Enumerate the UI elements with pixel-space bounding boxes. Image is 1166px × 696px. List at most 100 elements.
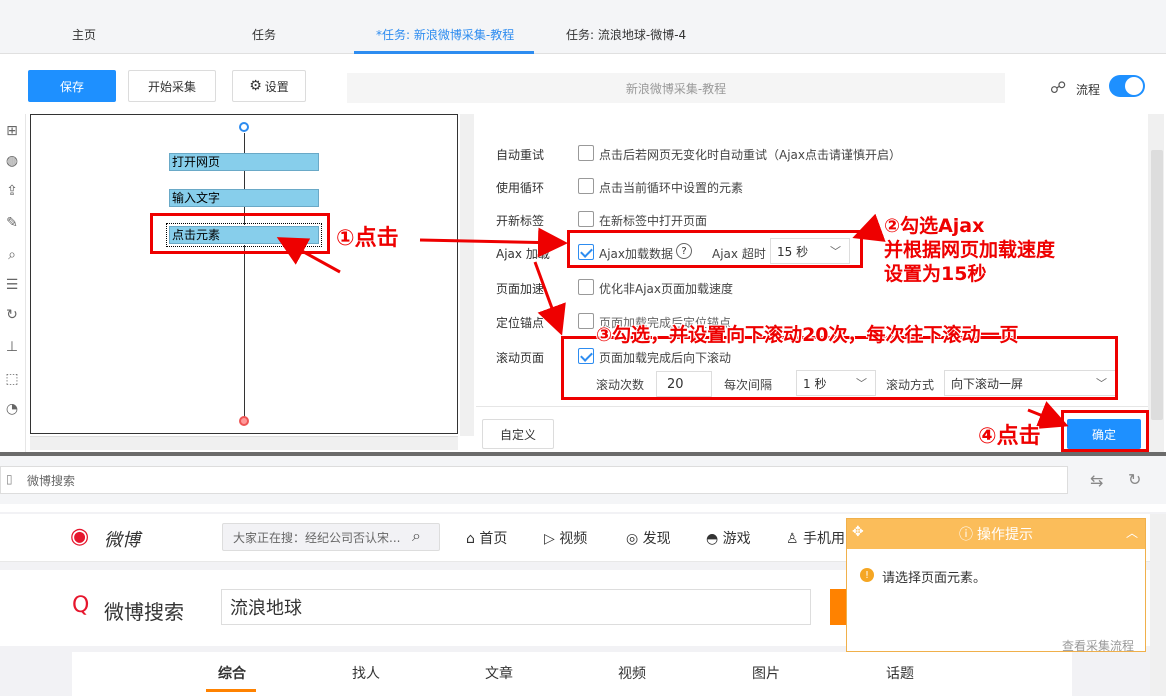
annotation-box-ajax — [567, 230, 863, 268]
mouse-hover-icon[interactable]: ◔ — [3, 400, 21, 418]
anchor-checkbox[interactable] — [578, 313, 594, 329]
flow-end-icon — [239, 416, 249, 426]
gear-icon: ⚙ — [249, 78, 262, 94]
tip-title: 操作提示 — [977, 527, 1033, 543]
tab-tasks[interactable]: 任务 — [252, 26, 276, 43]
nav-video[interactable]: ▷ 视频 — [544, 528, 587, 548]
tab-home[interactable]: 主页 — [72, 26, 96, 43]
annotation-step2-line3: 设置为15秒 — [884, 263, 987, 285]
tool-icon-strip: ⊞ ◍ ⇪ ✎ ⌕ ☰ ↻ ⊥ ⬚ ◔ — [0, 114, 26, 454]
start-collect-button[interactable]: 开始采集 — [128, 70, 216, 102]
search-query-input[interactable]: 流浪地球 — [221, 589, 811, 625]
weibo-logo-icon: ◉ — [70, 524, 90, 549]
result-tab-topics[interactable]: 话题 — [886, 663, 914, 683]
page-icon: ▯ — [6, 472, 13, 486]
info-icon: ⓘ — [959, 527, 973, 543]
search-logo-icon: Q — [72, 593, 90, 618]
settings-button-label: 设置 — [264, 79, 289, 94]
flow-canvas: 打开网页 输入文字 点击元素 — [30, 114, 458, 434]
result-tab-articles[interactable]: 文章 — [485, 663, 513, 683]
gamepad-icon: ◓ — [706, 531, 723, 547]
nav-games[interactable]: ◓ 游戏 — [706, 528, 751, 548]
add-page-icon[interactable]: ⊞ — [3, 122, 21, 140]
result-tab-all[interactable]: 综合 — [218, 663, 246, 683]
video-icon: ▷ — [544, 531, 560, 547]
annotation-step4: ④点击 — [978, 424, 1041, 449]
settings-scrollbar-thumb[interactable] — [1151, 150, 1163, 420]
annotation-box-click-element — [150, 213, 330, 254]
setting-label: 滚动页面 — [496, 351, 545, 365]
user-icon: ♙ — [786, 531, 804, 547]
flow-vertical-scrollbar[interactable] — [460, 114, 474, 436]
captcha-icon[interactable]: ⌕ — [3, 246, 21, 264]
annotation-step1: ①点击 — [336, 226, 399, 251]
flow-node-open-page[interactable]: 打开网页 — [169, 153, 319, 171]
annotation-step3: ③勾选，并设置向下滚动20次，每次往下滚动一页 — [596, 324, 1019, 346]
annotation-step2: ②勾选Ajax 并根据网页加载速度 设置为15秒 — [884, 214, 1055, 286]
home-icon: ⌂ — [466, 531, 480, 547]
tip-header[interactable]: ⓘ 操作提示 — [847, 519, 1145, 549]
setting-label: 定位锚点 — [496, 316, 545, 330]
new-tab-checkbox[interactable] — [578, 211, 594, 227]
tip-message: 请选择页面元素。 — [882, 571, 987, 586]
list-icon[interactable]: ☰ — [3, 276, 21, 294]
collapse-icon[interactable]: ︿ — [1126, 524, 1138, 541]
settings-button[interactable]: ⚙ 设置 — [232, 70, 306, 102]
nav-games-label: 游戏 — [722, 531, 751, 547]
setting-label: Ajax 加载 — [496, 247, 550, 261]
custom-button[interactable]: 自定义 — [482, 419, 554, 449]
setting-text: 点击当前循环中设置的元素 — [599, 181, 744, 195]
settings-footer — [476, 406, 1148, 454]
address-bar[interactable]: 微博搜索 — [0, 466, 1068, 494]
refresh-icon[interactable]: ↻ — [1128, 470, 1141, 489]
page-accelerate-checkbox[interactable] — [578, 279, 594, 295]
select-icon[interactable]: ⬚ — [3, 370, 21, 388]
flow-toggle[interactable] — [1109, 75, 1145, 97]
result-tab-people[interactable]: 找人 — [352, 663, 380, 683]
flow-horizontal-scrollbar[interactable] — [30, 436, 458, 450]
auto-retry-checkbox[interactable] — [578, 145, 594, 161]
view-flow-link[interactable]: 查看采集流程 — [1062, 637, 1134, 654]
compass-icon: ◎ — [626, 531, 643, 547]
tab-current-task[interactable]: *任务: 新浪微博采集-教程 — [376, 26, 514, 43]
flow-connector — [244, 245, 245, 417]
setting-text: 在新标签中打开页面 — [599, 214, 708, 228]
edit-icon[interactable]: ✎ — [3, 214, 21, 232]
search-icon[interactable]: ⌕ — [412, 526, 421, 546]
branch-icon[interactable]: ⊥ — [3, 338, 21, 356]
result-tab-images[interactable]: 图片 — [752, 663, 780, 683]
swap-icon[interactable]: ⇆ — [1090, 471, 1103, 490]
nav-discover[interactable]: ◎ 发现 — [626, 528, 671, 548]
click-icon[interactable]: ◍ — [3, 152, 21, 170]
warning-icon: ! — [860, 568, 874, 582]
flow-label: 流程 — [1076, 83, 1101, 97]
use-loop-checkbox[interactable] — [578, 178, 594, 194]
loop-icon[interactable]: ↻ — [3, 306, 21, 324]
browser-scrollbar[interactable] — [1150, 514, 1166, 696]
tab-other-task[interactable]: 任务: 流浪地球-微博-4 — [566, 26, 686, 43]
extract-icon[interactable]: ⇪ — [3, 182, 21, 200]
nav-discover-label: 发现 — [642, 531, 671, 547]
flowchart-icon: ☍ — [1050, 78, 1067, 97]
nav-video-label: 视频 — [559, 531, 588, 547]
nav-home-label: 首页 — [479, 531, 508, 547]
task-title: 新浪微博采集-教程 — [347, 73, 1005, 103]
weibo-search-input[interactable]: 大家正在搜：经纪公司否认宋... — [222, 523, 440, 551]
save-button[interactable]: 保存 — [28, 70, 116, 102]
annotation-step2-line1: ②勾选Ajax — [884, 215, 985, 237]
result-tab-indicator — [206, 689, 256, 692]
flow-start-icon — [239, 122, 249, 132]
nav-home[interactable]: ⌂ 首页 — [466, 528, 507, 548]
flow-node-input-text[interactable]: 输入文字 — [169, 189, 319, 207]
weibo-logo-text[interactable]: 微博 — [104, 526, 140, 552]
setting-label: 使用循环 — [496, 181, 545, 195]
result-tab-videos[interactable]: 视频 — [618, 663, 646, 683]
annotation-step2-line2: 并根据网页加载速度 — [884, 239, 1056, 261]
setting-text: 优化非Ajax页面加载速度 — [599, 282, 733, 296]
nav-mobile[interactable]: ♙ 手机用 — [786, 528, 845, 548]
setting-label: 页面加速 — [496, 282, 545, 296]
setting-label: 开新标签 — [496, 214, 545, 228]
flow-connector — [244, 133, 245, 153]
move-icon[interactable]: ✥ — [852, 524, 864, 540]
setting-text: 点击后若网页无变化时自动重试（Ajax点击请谨慎开启） — [599, 148, 902, 162]
